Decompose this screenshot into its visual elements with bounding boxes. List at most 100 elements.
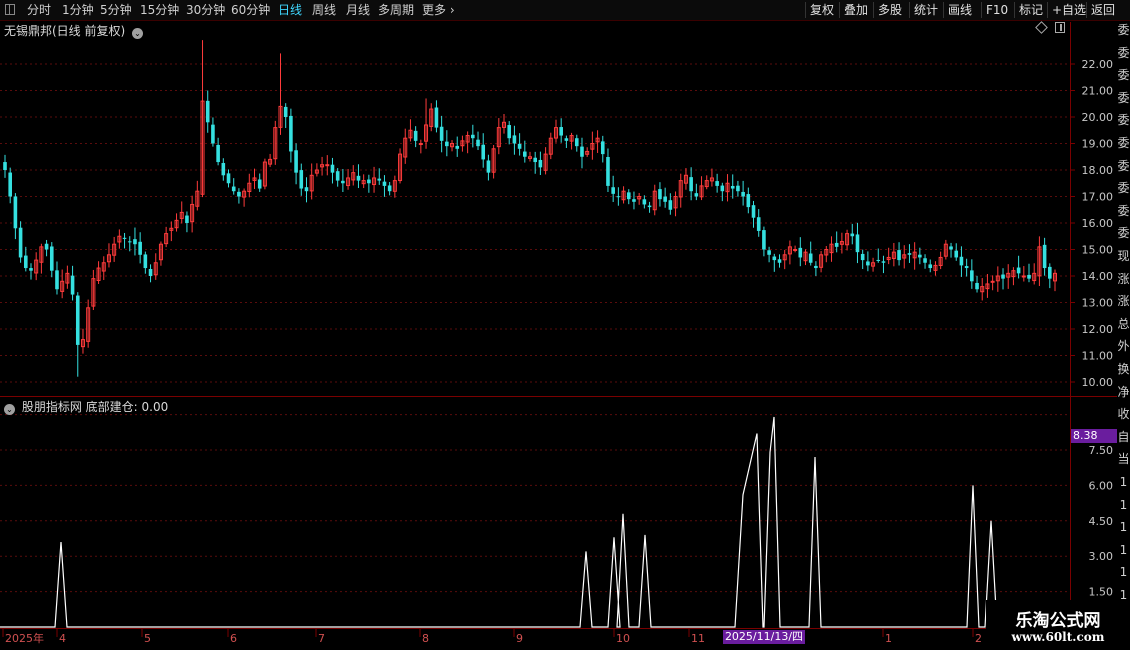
side-panel-label: 当 — [1117, 452, 1130, 467]
candle-body-down — [918, 254, 922, 258]
candle-body-down — [642, 199, 647, 205]
candle-body-down — [907, 253, 912, 255]
date-label: 8 — [422, 632, 429, 645]
side-panel-label: 1 — [1119, 520, 1128, 535]
indicator-title-text: 股朋指标网 底部建仓: 0.00 — [21, 400, 169, 414]
price-axis: 22.00 21.00 20.00 19.00 18.00 17.00 16.00 15.00… — [1070, 58, 1113, 389]
panel-toggle-icon[interactable] — [1055, 22, 1065, 33]
indicator-tick-label: 6.00 — [1089, 479, 1114, 492]
candle-body-down — [512, 135, 517, 144]
watermark-title: 乐淘公式网 — [1015, 611, 1101, 631]
indicator-title: ⌄ 股朋指标网 底部建仓: 0.00 — [4, 398, 168, 415]
watermark: 乐淘公式网 www.60lt.com — [986, 600, 1130, 650]
date-label: 2025年 — [5, 631, 44, 645]
date-axis: 2025年 4 5 6 7 8 9 10 11 1 2 — [2, 629, 982, 645]
candle-body-down — [471, 134, 475, 139]
dropdown-chevron-icon[interactable]: ⌄ — [132, 28, 144, 39]
candle-body-down — [970, 270, 974, 282]
candle-body-down — [523, 151, 527, 157]
candle-body-down — [455, 145, 460, 149]
candle-body-down — [881, 261, 886, 263]
side-panel-label: 委 — [1117, 45, 1130, 60]
candle-body-down — [777, 259, 782, 263]
stock-title-text: 无锡鼎邦(日线 前复权) — [4, 24, 126, 38]
candle-body-down — [647, 205, 652, 208]
date-label: 11 — [691, 632, 705, 645]
candle-body-up — [418, 143, 423, 145]
indicator-tick-label: 1.50 — [1089, 586, 1114, 599]
candle-body-down — [632, 199, 636, 202]
candle-body-up — [325, 164, 330, 167]
price-tick-label: 11.00 — [1082, 350, 1114, 363]
candle-body-down — [564, 138, 569, 141]
candle-body-down — [772, 256, 777, 261]
candle-body-down — [382, 181, 387, 186]
candle-body-down — [55, 270, 59, 290]
date-label: 7 — [318, 632, 325, 645]
candle-body-down — [663, 196, 667, 202]
candle-body-down — [616, 196, 621, 198]
price-tick-label: 18.00 — [1082, 164, 1114, 177]
indicator-dropdown-icon[interactable]: ⌄ — [4, 404, 15, 415]
candle-body-down — [23, 255, 28, 269]
candle-body-down — [720, 185, 725, 192]
candle-body-down — [8, 172, 12, 197]
price-tick-label: 22.00 — [1082, 58, 1114, 71]
candle-body-down — [746, 194, 751, 208]
candle-body-down — [413, 130, 418, 141]
candle-body-down — [876, 259, 881, 261]
candle-body-down — [741, 191, 745, 197]
side-panel-label: 1 — [1119, 497, 1128, 512]
candle-body-down — [122, 237, 127, 239]
price-tick-label: 10.00 — [1082, 376, 1114, 389]
candle-body-down — [538, 159, 543, 168]
date-label: 6 — [230, 632, 237, 645]
candle-body-down — [626, 192, 631, 200]
candle-body-down — [559, 127, 563, 136]
candle-body-down — [928, 264, 933, 269]
price-tick-label: 17.00 — [1082, 191, 1114, 204]
candle-body-down — [75, 295, 80, 345]
candle-body-down — [283, 106, 288, 117]
side-panel-label: 外 — [1117, 339, 1130, 354]
candle-body-down — [574, 138, 579, 147]
candle-body-down — [1016, 267, 1021, 274]
side-panel-label: 1 — [1119, 475, 1128, 489]
candle-body-down — [658, 189, 662, 200]
date-label: 5 — [144, 632, 151, 645]
price-tick-label: 13.00 — [1082, 297, 1114, 310]
candle-body-down — [387, 185, 392, 192]
candle-body-down — [3, 162, 7, 170]
candle-body-down — [341, 180, 345, 184]
candle-body-down — [211, 124, 215, 144]
side-panel-label: 自 — [1117, 429, 1130, 444]
indicator-current-value: 8.38 — [1071, 429, 1117, 443]
candle-body-down — [138, 241, 142, 255]
candle-body-down — [231, 186, 236, 192]
candle-body-down — [949, 246, 953, 250]
indicator-tick-label: 4.50 — [1089, 515, 1114, 528]
candle-body-down — [367, 179, 371, 184]
side-panel-label: 委 — [1117, 113, 1130, 128]
candle-body-down — [434, 107, 439, 128]
candle-body-down — [29, 268, 33, 271]
candle-body-down — [289, 115, 293, 152]
candle-body-down — [216, 144, 220, 163]
stock-title: 无锡鼎邦(日线 前复权) ⌄ — [4, 22, 144, 39]
side-panel-label: 1 — [1119, 542, 1128, 557]
side-panel-label: 总 — [1117, 316, 1130, 331]
candle-body-down — [330, 164, 335, 173]
main-grid — [0, 63, 1070, 383]
candle-body-down — [954, 250, 959, 258]
candle-body-down — [70, 275, 75, 295]
candle-body-down — [798, 247, 803, 258]
candle-body-down — [205, 100, 210, 123]
candle-body-down — [507, 125, 512, 139]
candle-body-down — [533, 157, 537, 163]
price-tick-label: 14.00 — [1082, 270, 1114, 283]
candle-body-down — [897, 250, 901, 261]
candle-body-down — [44, 243, 49, 250]
candle-body-down — [481, 144, 486, 160]
price-tick-label: 21.00 — [1082, 85, 1114, 98]
candle-body-down — [356, 175, 361, 181]
